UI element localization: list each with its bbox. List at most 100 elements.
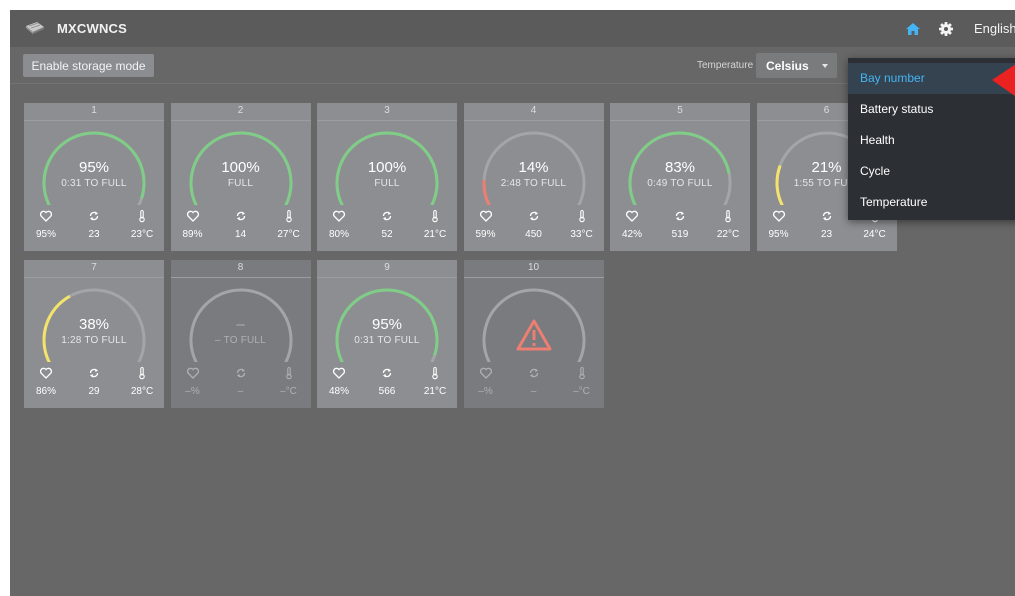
bay-card[interactable]: 10 –% – –°C (463, 260, 604, 408)
charge-percent: 38% (78, 316, 110, 333)
thermometer-icon (285, 366, 292, 380)
health-value: 80% (328, 229, 349, 240)
heart-icon (479, 210, 492, 222)
bay-card[interactable]: 3 100% FULL 80% 52 21°C (317, 103, 457, 251)
temperature-value: 27°C (277, 229, 300, 240)
thermometer-icon (139, 209, 145, 223)
menu-item-battery-status[interactable]: Battery status (848, 94, 1015, 125)
cycle-count: 450 (525, 229, 542, 240)
temperature-unit-value: Celsius (766, 59, 809, 73)
cycle-count: 14 (234, 229, 247, 240)
health-value: 59% (475, 229, 496, 240)
charge-percent: 100% (367, 159, 407, 176)
heart-icon (625, 210, 639, 222)
health-value: 42% (621, 229, 642, 240)
charge-status: 0:31 TO FULL (354, 335, 420, 346)
bay-number: 3 (317, 103, 457, 121)
home-icon[interactable] (903, 19, 923, 39)
health-value: –% (185, 386, 200, 397)
gear-icon[interactable] (936, 19, 956, 39)
heart-icon (39, 367, 53, 379)
bay-number: 7 (24, 260, 164, 278)
charge-status: 1:28 TO FULL (61, 335, 127, 346)
heart-icon (772, 210, 785, 222)
menu-item-temperature[interactable]: Temperature (848, 187, 1015, 218)
health-value: 86% (35, 386, 56, 397)
bay-card[interactable]: 9 95% 0:31 TO FULL 48% 566 21°C (317, 260, 457, 408)
temperature-value: 23°C (130, 229, 154, 240)
logo-icon (26, 22, 44, 34)
temperature-value: 22°C (716, 229, 740, 240)
bay-card[interactable]: 8 – – TO FULL –% – –°C (170, 260, 311, 408)
health-value: 48% (328, 386, 349, 397)
thermometer-icon (139, 366, 145, 380)
cycle-count: – (237, 386, 244, 397)
cycle-count: 519 (671, 229, 689, 240)
charge-status: 0:49 TO FULL (647, 178, 713, 189)
sort-menu: Bay number Battery status Health Cycle Tempe… (848, 58, 1015, 220)
health-value: 95% (768, 229, 789, 240)
heart-icon (186, 367, 199, 379)
temperature-value: –°C (280, 386, 297, 397)
warning-icon (516, 319, 551, 351)
cycle-icon (89, 368, 99, 378)
cycle-count: 29 (88, 386, 100, 397)
heart-icon (332, 367, 346, 379)
app-window: MXCWNCS English Enable storage mode Temp… (10, 10, 1015, 596)
temperature-value: –°C (573, 386, 590, 397)
enable-storage-mode-button[interactable]: Enable storage mode (23, 54, 154, 77)
charge-percent: 95% (371, 316, 403, 333)
temperature-value: 21°C (423, 386, 447, 397)
charge-status: – TO FULL (215, 335, 266, 346)
health-value: –% (478, 386, 493, 397)
bay-card[interactable]: 5 83% 0:49 TO FULL 42% 519 22°C (610, 103, 750, 251)
cycle-count: 52 (381, 229, 393, 240)
charge-percent: 83% (664, 159, 696, 176)
bay-number: 1 (24, 103, 164, 121)
thermometer-icon (285, 209, 292, 223)
heart-icon (39, 210, 53, 222)
bay-card[interactable]: 4 14% 2:48 TO FULL 59% 450 33°C (463, 103, 604, 251)
cycle-icon (822, 211, 831, 221)
bay-number: 8 (170, 260, 311, 278)
heart-icon (479, 367, 492, 379)
cycle-icon (529, 368, 538, 378)
cycle-icon (382, 368, 392, 378)
cycle-icon (675, 211, 685, 221)
cycle-count: 566 (378, 386, 396, 397)
temperature-value: 24°C (863, 229, 886, 240)
bay-number: 2 (170, 103, 311, 121)
temperature-value: 33°C (570, 229, 593, 240)
bay-card[interactable]: 1 95% 0:31 TO FULL 95% 23 23°C (24, 103, 164, 251)
charge-percent: 14% (518, 159, 549, 176)
menu-item-bay-number[interactable]: Bay number (848, 63, 1015, 94)
thermometer-icon (578, 209, 585, 223)
health-value: 95% (35, 229, 56, 240)
health-value: 89% (182, 229, 203, 240)
charge-status: 0:31 TO FULL (61, 178, 127, 189)
thermometer-icon (725, 209, 731, 223)
cycle-icon (529, 211, 538, 221)
top-bar: MXCWNCS English (10, 10, 1015, 47)
bay-number: 9 (317, 260, 457, 278)
thermometer-icon (432, 209, 438, 223)
language-selector[interactable]: English (974, 21, 1015, 36)
thermometer-icon (578, 366, 585, 380)
bay-number: 10 (463, 260, 604, 278)
cycle-icon (89, 211, 99, 221)
menu-item-health[interactable]: Health (848, 125, 1015, 156)
charge-percent: 100% (221, 159, 260, 176)
temperature-value: 21°C (423, 229, 447, 240)
heart-icon (332, 210, 346, 222)
cycle-icon (236, 211, 245, 221)
bay-card[interactable]: 7 38% 1:28 TO FULL 86% 29 28°C (24, 260, 164, 408)
thermometer-icon (432, 366, 438, 380)
charge-status: FULL (227, 178, 254, 189)
temperature-label: Temperature (697, 60, 754, 71)
charge-status: 2:48 TO FULL (500, 178, 567, 189)
temperature-unit-select[interactable]: Celsius (756, 53, 837, 78)
bay-card[interactable]: 2 100% FULL 89% 14 27°C (170, 103, 311, 251)
heart-icon (186, 210, 199, 222)
menu-item-cycle[interactable]: Cycle (848, 156, 1015, 187)
cycle-count: 23 (88, 229, 100, 240)
